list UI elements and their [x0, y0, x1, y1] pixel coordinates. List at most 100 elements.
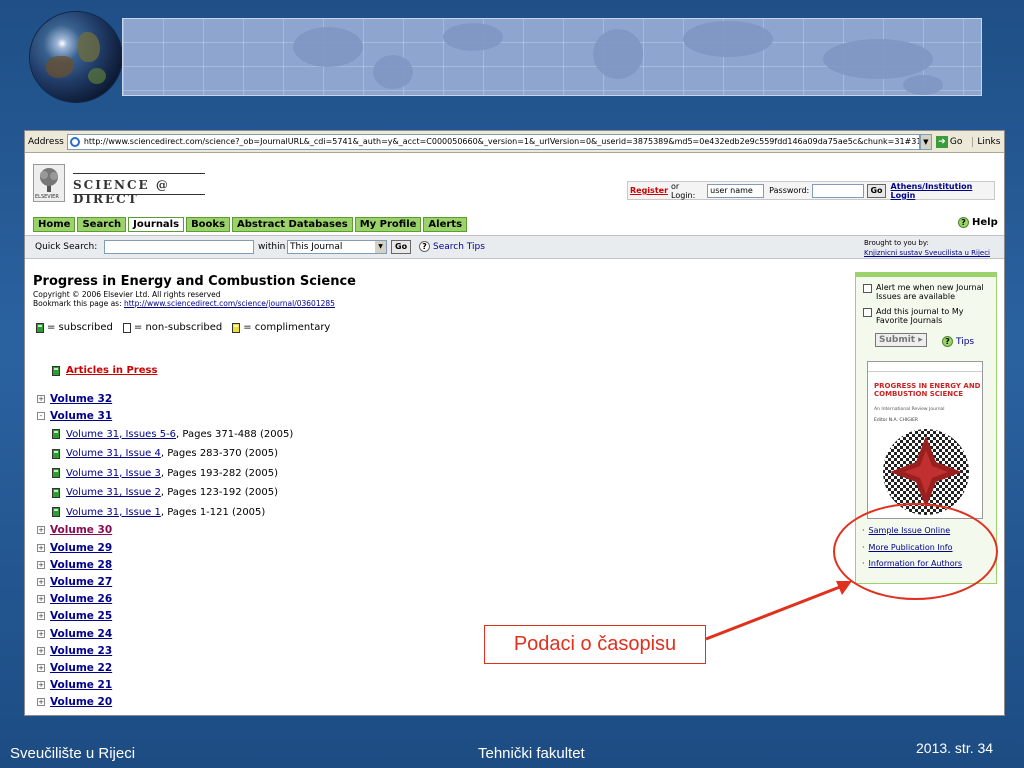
- volume-link[interactable]: Volume 23: [50, 645, 112, 657]
- volume-link[interactable]: Volume 27: [50, 576, 112, 588]
- volume-link[interactable]: Volume 21: [50, 679, 112, 691]
- volume-link[interactable]: Volume 29: [50, 542, 112, 554]
- volume-row: + Volume 25: [37, 608, 617, 625]
- issue-pages: , Pages 283-370 (2005): [160, 448, 279, 460]
- issue-row: Volume 31, Issue 4, Pages 283-370 (2005): [37, 444, 617, 464]
- expand-icon[interactable]: +: [37, 681, 45, 690]
- volume-row: + Volume 20: [37, 694, 617, 711]
- address-bar: Address http://www.sciencedirect.com/sci…: [25, 131, 1004, 153]
- access-legend: = subscribed = non-subscribed = complime…: [36, 322, 330, 333]
- expand-icon[interactable]: +: [37, 543, 45, 552]
- expand-icon[interactable]: +: [37, 698, 45, 707]
- subscribed-doc-icon: [52, 365, 60, 376]
- browser-go-button[interactable]: ➜ Go: [935, 135, 962, 148]
- journal-cover-image[interactable]: PROGRESS IN ENERGY AND COMBUSTION SCIENC…: [867, 361, 983, 519]
- volume-row: + Volume 29: [37, 539, 617, 556]
- volume-link[interactable]: Volume 28: [50, 559, 112, 571]
- subscribed-doc-icon: [52, 507, 60, 518]
- expand-icon[interactable]: +: [37, 612, 45, 621]
- library-link[interactable]: Knjiznicni sustav Sveucilista u Rijeci: [864, 248, 990, 258]
- go-arrow-icon: ➜: [935, 135, 948, 148]
- help-icon: ?: [942, 336, 953, 347]
- sciencedirect-logo[interactable]: ELSEVIER SCIENCE @ DIRECT: [33, 164, 213, 206]
- callout-label: Podaci o časopisu: [484, 625, 706, 664]
- footer-university: Sveučilište u Rijeci: [10, 745, 136, 762]
- within-label: within: [258, 242, 286, 252]
- volume-link[interactable]: Volume 20: [50, 696, 112, 708]
- expand-icon[interactable]: +: [37, 560, 45, 569]
- password-input[interactable]: [812, 183, 865, 198]
- articles-in-press-link[interactable]: Articles in Press: [66, 365, 157, 376]
- nav-books[interactable]: Books: [186, 217, 231, 232]
- nav-abstract-databases[interactable]: Abstract Databases: [232, 217, 353, 232]
- quick-search-input[interactable]: [104, 240, 254, 254]
- footer-page: 2013. str. 34: [916, 740, 994, 756]
- volume-link[interactable]: Volume 26: [50, 593, 112, 605]
- volume-link[interactable]: Volume 24: [50, 628, 112, 640]
- bookmark-url-link[interactable]: http://www.sciencedirect.com/science/jou…: [124, 299, 335, 308]
- search-scope-select[interactable]: This Journal ▼: [287, 240, 387, 254]
- alert-checkbox[interactable]: [863, 284, 872, 293]
- volume-link[interactable]: Volume 31: [50, 410, 112, 422]
- articles-in-press: Articles in Press: [52, 365, 157, 376]
- issue-pages: , Pages 123-192 (2005): [160, 487, 279, 499]
- expand-icon[interactable]: +: [37, 526, 45, 535]
- links-button[interactable]: Links: [972, 136, 1000, 147]
- collapse-icon[interactable]: -: [37, 411, 45, 420]
- subscribed-doc-icon: [52, 487, 60, 498]
- nav-my-profile[interactable]: My Profile: [354, 217, 422, 232]
- expand-icon[interactable]: +: [37, 578, 45, 587]
- search-tips-link[interactable]: ? Search Tips: [419, 241, 485, 252]
- elsevier-tree-icon: ELSEVIER: [33, 164, 65, 202]
- favorite-option: Add this journal to My Favorite Journals: [856, 301, 996, 325]
- username-input[interactable]: user name: [707, 183, 765, 198]
- brought-to-you-by: Brought to you by: Knjiznicni sustav Sve…: [864, 239, 990, 258]
- favorite-checkbox[interactable]: [863, 308, 872, 317]
- globe-logo: [30, 12, 122, 102]
- nav-alerts[interactable]: Alerts: [423, 217, 468, 232]
- login-go-button[interactable]: Go: [867, 183, 886, 198]
- volume-link[interactable]: Volume 32: [50, 393, 112, 405]
- volume-link[interactable]: Volume 22: [50, 662, 112, 674]
- subscribed-doc-icon: [36, 322, 44, 333]
- cover-subtitle: An International Review Journal: [874, 407, 945, 412]
- athens-login-link[interactable]: Athens/Institution Login: [891, 182, 994, 200]
- issue-row: Volume 31, Issue 3, Pages 193-282 (2005): [37, 463, 617, 483]
- submit-button[interactable]: Submit ▸: [875, 333, 927, 347]
- issue-link[interactable]: Volume 31, Issue 2: [66, 487, 161, 498]
- expand-icon[interactable]: +: [37, 663, 45, 672]
- tips-link[interactable]: ? Tips: [942, 336, 974, 347]
- volume-row: + Volume 27: [37, 573, 617, 590]
- volume-row: + Volume 28: [37, 556, 617, 573]
- issue-link[interactable]: Volume 31, Issue 1: [66, 507, 161, 518]
- expand-icon[interactable]: +: [37, 394, 45, 403]
- main-nav: Home Search Journals Books Abstract Data…: [33, 217, 468, 232]
- chevron-down-icon: ▼: [375, 241, 386, 253]
- world-map-banner: [122, 18, 982, 96]
- issue-pages: , Pages 1-121 (2005): [160, 506, 266, 518]
- volume-link[interactable]: Volume 30: [50, 524, 112, 536]
- url-input[interactable]: http://www.sciencedirect.com/science?_ob…: [66, 133, 920, 150]
- issue-link[interactable]: Volume 31, Issue 4: [66, 448, 161, 459]
- volume-link[interactable]: Volume 25: [50, 610, 112, 622]
- help-link[interactable]: ? Help: [958, 217, 998, 228]
- quick-search-go-button[interactable]: Go: [391, 240, 412, 254]
- issue-link[interactable]: Volume 31, Issue 3: [66, 468, 161, 479]
- issue-link[interactable]: Volume 31, Issues 5-6: [66, 429, 176, 440]
- nav-home[interactable]: Home: [33, 217, 76, 232]
- footer-faculty: Tehnički fakultet: [478, 745, 585, 762]
- issue-row: Volume 31, Issue 1, Pages 1-121 (2005): [37, 502, 617, 522]
- ie-page-icon: [69, 136, 80, 147]
- cover-editor: Editor N.A. CHIGIER: [874, 418, 919, 423]
- register-link[interactable]: Register: [630, 186, 668, 195]
- url-dropdown-arrow[interactable]: ▼: [919, 133, 932, 150]
- expand-icon[interactable]: +: [37, 629, 45, 638]
- nav-journals[interactable]: Journals: [128, 217, 185, 232]
- login-bar: Register or Login: user name Password: G…: [627, 181, 995, 200]
- issue-row: Volume 31, Issues 5-6, Pages 371-488 (20…: [37, 424, 617, 444]
- volume-row: - Volume 31: [37, 407, 617, 424]
- nav-search[interactable]: Search: [77, 217, 127, 232]
- expand-icon[interactable]: +: [37, 595, 45, 604]
- expand-icon[interactable]: +: [37, 646, 45, 655]
- callout-arrow: [705, 581, 852, 641]
